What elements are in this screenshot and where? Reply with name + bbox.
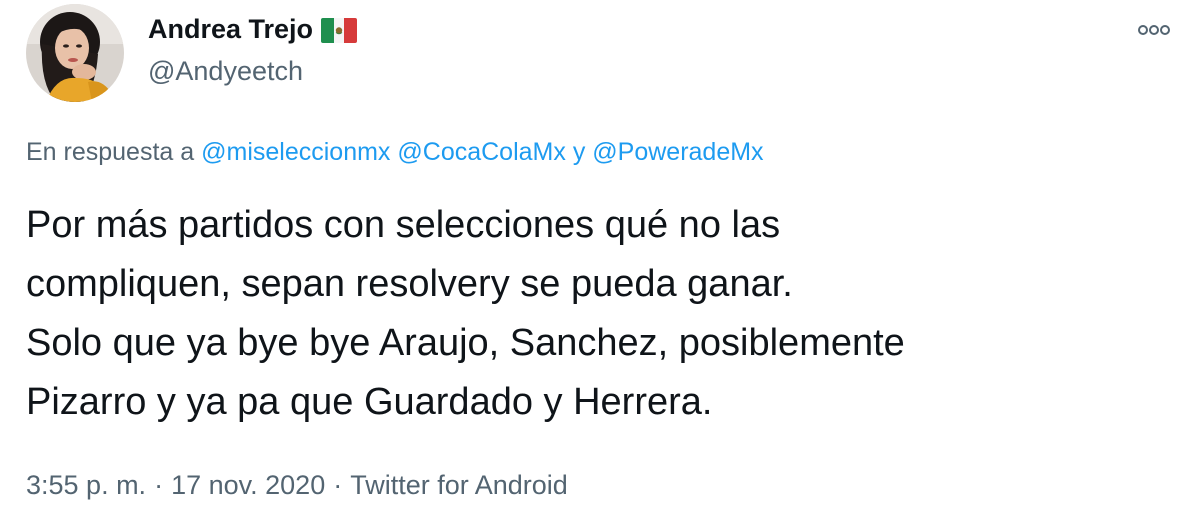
tweet-text-line: Pizarro y ya pa que Guardado y Herrera. — [26, 381, 713, 423]
tweet-date[interactable]: 17 nov. 2020 — [171, 470, 325, 500]
reply-context: En respuesta a @miseleccionmx @CocaColaM… — [26, 138, 764, 167]
tweet-text-line: Solo que ya bye bye Araujo, Sanchez, pos… — [26, 322, 905, 364]
display-name-text: Andrea Trejo — [148, 14, 314, 44]
mention-link[interactable]: @CocaColaMx — [397, 138, 565, 166]
tweet-source[interactable]: Twitter for Android — [350, 470, 568, 500]
tweet-metadata: 3:55 p. m. · 17 nov. 2020 · Twitter for Andr… — [26, 470, 568, 501]
meta-separator: · — [154, 470, 164, 500]
tweet-text-line: Por más partidos con selecciones qué no … — [26, 204, 781, 246]
tweet-text: Por más partidos con selecciones qué no … — [26, 196, 1146, 432]
author-display-name[interactable]: Andrea Trejo — [148, 14, 358, 45]
avatar-photo — [26, 4, 124, 102]
tweet-text-line: compliquen, sepan resolvery se pueda gan… — [26, 263, 793, 305]
reply-conjunction: y — [572, 138, 586, 166]
tweet-card: Andrea Trejo @Andyeetch En respuesta a @… — [0, 0, 1200, 525]
avatar[interactable] — [26, 4, 124, 102]
mention-link[interactable]: @miseleccionmx — [201, 138, 390, 166]
meta-separator: · — [333, 470, 343, 500]
mexico-flag-icon — [321, 18, 358, 43]
mention-link[interactable]: @PoweradeMx — [592, 138, 763, 166]
reply-prefix: En respuesta a — [26, 138, 195, 166]
author-handle[interactable]: @Andyeetch — [148, 56, 303, 87]
more-options-icon[interactable] — [1136, 18, 1172, 42]
tweet-time[interactable]: 3:55 p. m. — [26, 470, 146, 500]
